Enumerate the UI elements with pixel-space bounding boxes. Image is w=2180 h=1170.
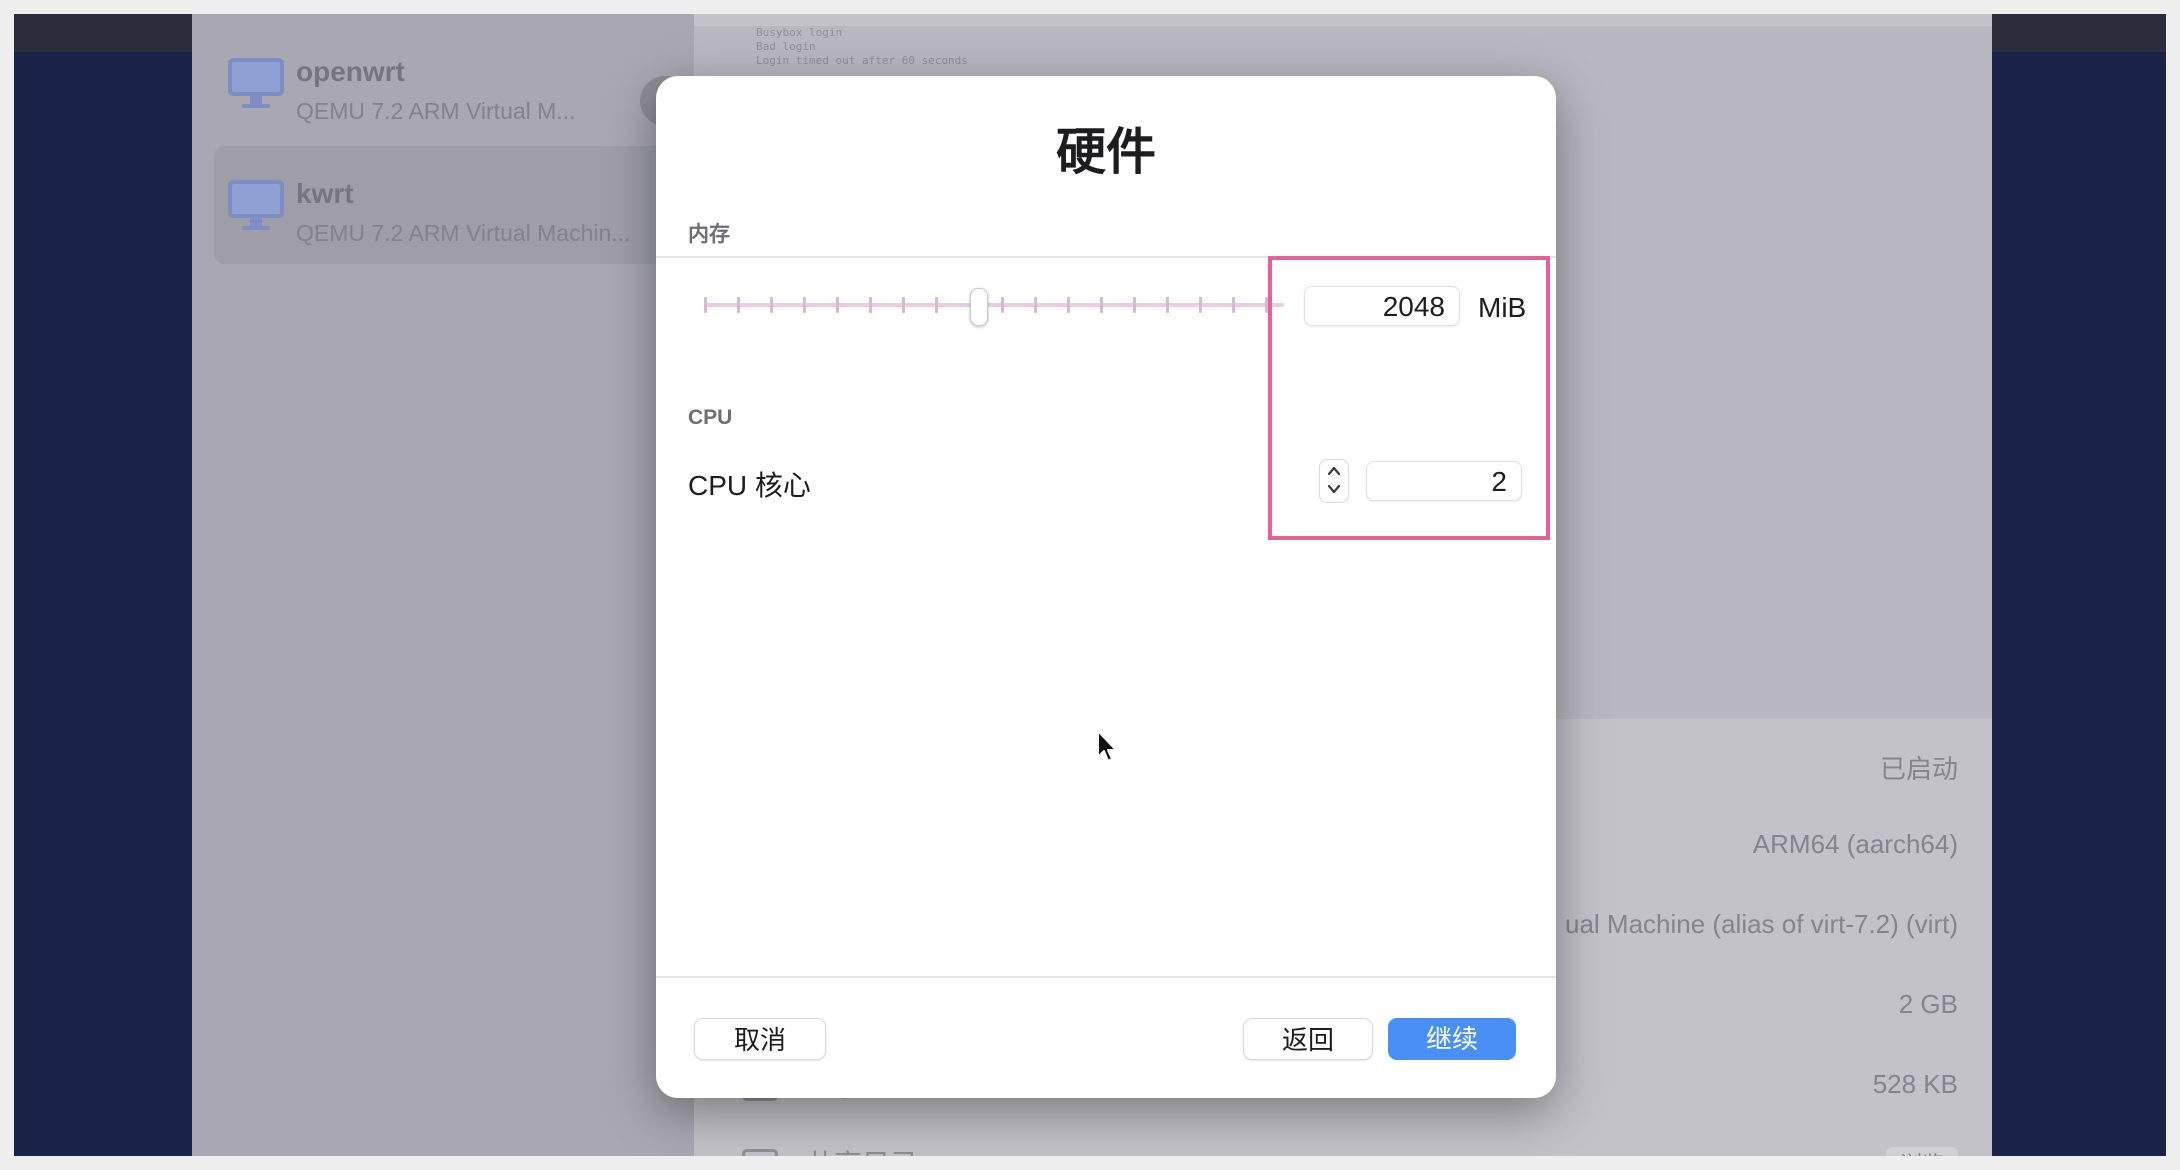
continue-button[interactable]: 继续 [1388, 1018, 1516, 1060]
back-button[interactable]: 返回 [1243, 1018, 1373, 1060]
highlight-box [1268, 256, 1550, 540]
vm-sidebar: openwrt QEMU 7.2 ARM Virtual M... kwrt Q… [192, 14, 694, 1156]
status-value: 已启动 [1879, 754, 1958, 784]
slider-tick [1001, 297, 1004, 313]
sidebar-item-kwrt[interactable]: kwrt QEMU 7.2 ARM Virtual Machin... [214, 146, 694, 264]
slider-tick [1034, 297, 1037, 313]
machine-value: ual Machine (alias of virt-7.2) (virt) [1565, 909, 1958, 939]
vm-description: QEMU 7.2 ARM Virtual Machin... [296, 220, 631, 246]
console-line: Login timed out after 60 seconds [756, 54, 968, 67]
vm-name: openwrt [296, 56, 405, 87]
slider-tick [935, 297, 938, 313]
slider-tick [836, 297, 839, 313]
divider [656, 976, 1556, 978]
desktop: openwrt QEMU 7.2 ARM Virtual M... kwrt Q… [14, 14, 2166, 1156]
memory-section-label: 内存 [688, 223, 730, 246]
mouse-pointer-icon [1097, 730, 1117, 762]
slider-knob[interactable] [970, 288, 988, 326]
shared-dir-label: 共享目录 [806, 1143, 918, 1156]
dialog-title: 硬件 [1056, 124, 1156, 180]
slider-tick [803, 297, 806, 313]
slider-tick [1232, 297, 1235, 313]
hardware-dialog: 硬件 内存 2048 MiB CPU CPU 核心 2 取消 返回 继续 [656, 76, 1556, 1098]
cancel-button[interactable]: 取消 [694, 1018, 826, 1060]
vm-description: QEMU 7.2 ARM Virtual M... [296, 98, 576, 124]
memory-value: 2 GB [1898, 989, 1958, 1019]
slider-tick [1166, 297, 1169, 313]
vm-name: kwrt [296, 178, 354, 209]
architecture-value: ARM64 (aarch64) [1752, 829, 1958, 859]
slider-tick [1067, 297, 1070, 313]
monitor-icon [226, 176, 286, 236]
console-line: Bad login [756, 40, 816, 53]
slider-tick [737, 297, 740, 313]
console-header [694, 14, 1992, 26]
slider-tick [770, 297, 773, 313]
slider-tick [902, 297, 905, 313]
folder-icon [742, 1149, 778, 1156]
browse-button[interactable]: 浏览 [1885, 1147, 1958, 1156]
slider-tick [1100, 297, 1103, 313]
slider-tick [1133, 297, 1136, 313]
slider-tick [869, 297, 872, 313]
slider-tick [704, 297, 707, 313]
console-line: Busybox login [756, 26, 843, 39]
size-value: 528 KB [1872, 1069, 1958, 1099]
cpu-cores-label: CPU 核心 [688, 470, 811, 501]
monitor-icon [226, 54, 286, 114]
cpu-section-label: CPU [688, 406, 733, 429]
slider-track [704, 303, 1284, 307]
sidebar-item-openwrt[interactable]: openwrt QEMU 7.2 ARM Virtual M... [214, 24, 694, 142]
slider-tick [1199, 297, 1202, 313]
